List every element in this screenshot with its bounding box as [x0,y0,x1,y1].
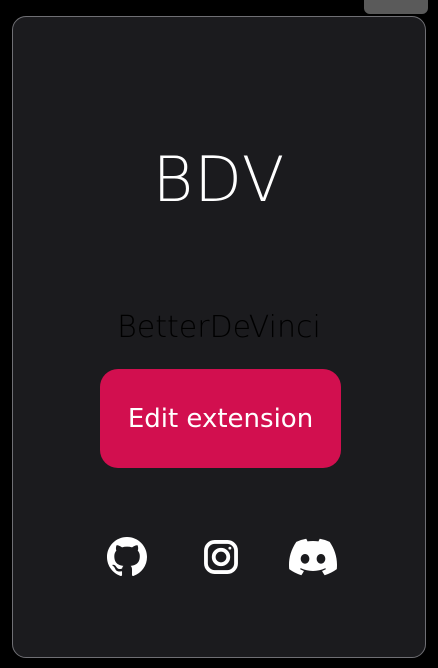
instagram-link[interactable] [199,537,243,577]
discord-link[interactable] [287,537,339,577]
github-link[interactable] [105,537,149,577]
edit-extension-button[interactable]: Edit extension [100,369,341,468]
github-icon [107,537,147,577]
popup-card: BDV BetterDeVinci Edit extension [12,16,426,658]
app-title: BDV [152,143,286,216]
instagram-icon [202,538,240,576]
discord-icon [289,538,337,576]
window-tab [364,0,428,14]
app-subtitle: BetterDeVinci [117,310,321,345]
